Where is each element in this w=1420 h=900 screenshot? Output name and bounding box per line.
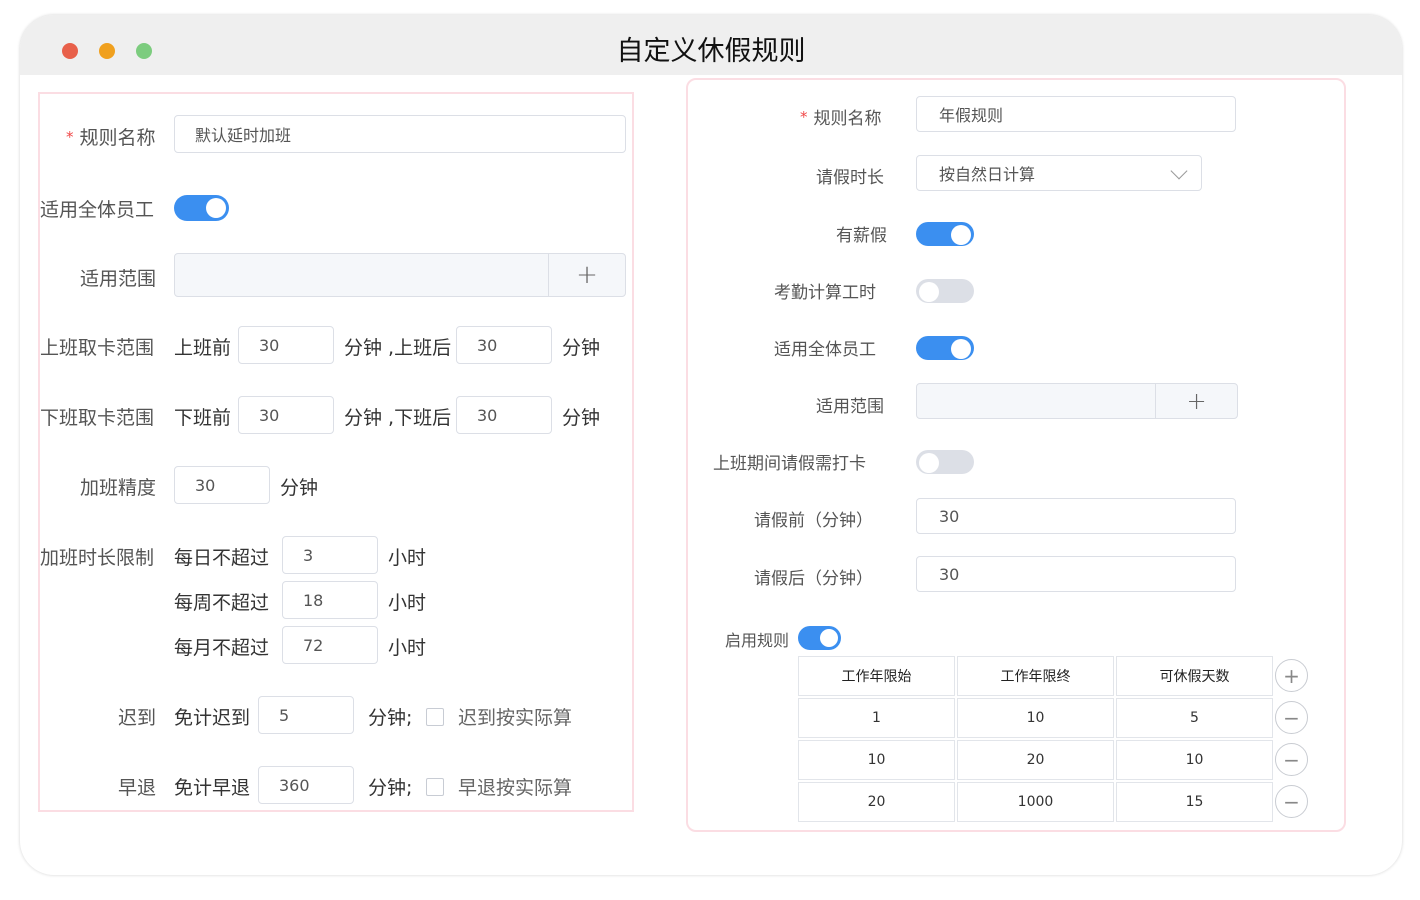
rule-name-input[interactable]: 默认延时加班 — [174, 115, 626, 153]
late-label: 迟到 — [118, 707, 157, 729]
late-actual-checkbox[interactable] — [426, 708, 444, 726]
remove-row-button[interactable]: − — [1275, 701, 1308, 734]
early-actual-label: 早退按实际算 — [458, 777, 573, 799]
scope-label: 适用范围 — [816, 397, 884, 417]
daily-limit-text: 每日不超过 — [174, 547, 270, 569]
table-cell[interactable]: 20 — [798, 782, 955, 822]
weekly-hour-unit: 小时 — [388, 592, 427, 614]
after-leave-input[interactable]: 30 — [916, 556, 1236, 592]
table-cell[interactable]: 10 — [798, 740, 955, 780]
table-cell[interactable]: 20 — [957, 740, 1114, 780]
checkin-range-label: 上班取卡范围 — [40, 337, 155, 359]
rule-name-input[interactable]: 年假规则 — [916, 96, 1236, 132]
apply-all-toggle[interactable] — [916, 336, 974, 360]
apply-all-toggle[interactable] — [174, 195, 229, 221]
table-header: 可休假天数 — [1116, 656, 1273, 696]
early-minute-unit: 分钟; — [368, 777, 413, 799]
enable-rule-label: 启用规则 — [725, 631, 790, 650]
enable-rule-toggle[interactable] — [798, 626, 841, 650]
early-actual-checkbox[interactable] — [426, 778, 444, 796]
leave-rule-panel: * 规则名称 年假规则 请假时长 按自然日计算 有薪假 考勤计算工时 适用全体员工… — [686, 78, 1346, 832]
scope-label: 适用范围 — [80, 268, 157, 290]
window-title: 自定义休假规则 — [616, 36, 806, 67]
clockin-required-toggle[interactable] — [916, 450, 974, 474]
weekly-limit-input[interactable]: 18 — [282, 581, 378, 619]
checkout-after-text: 分钟 ,下班后 — [344, 407, 452, 429]
late-free-input[interactable]: 5 — [258, 696, 354, 734]
checkout-before-input[interactable]: 30 — [238, 396, 334, 434]
duration-selected-value: 按自然日计算 — [939, 165, 1036, 184]
table-cell[interactable]: 10 — [1116, 740, 1273, 780]
late-free-text: 免计迟到 — [174, 707, 251, 729]
paid-leave-label: 有薪假 — [836, 226, 887, 246]
scope-add-button[interactable]: + — [548, 254, 625, 296]
rule-name-label: * 规则名称 — [800, 108, 882, 129]
ot-precision-input[interactable]: 30 — [174, 466, 270, 504]
ot-precision-unit: 分钟 — [280, 477, 319, 499]
chevron-down-icon — [1170, 162, 1188, 180]
ot-precision-label: 加班精度 — [80, 477, 157, 499]
remove-row-button[interactable]: − — [1275, 743, 1308, 776]
rule-name-label: * 规则名称 — [66, 127, 156, 149]
table-cell[interactable]: 1 — [798, 698, 955, 738]
attendance-hours-toggle[interactable] — [916, 279, 974, 303]
required-mark: * — [800, 108, 808, 126]
late-minute-unit: 分钟; — [368, 707, 413, 729]
duration-select[interactable]: 按自然日计算 — [916, 155, 1202, 191]
scope-selector[interactable]: + — [174, 253, 626, 297]
before-leave-input[interactable]: 30 — [916, 498, 1236, 534]
duration-label: 请假时长 — [816, 168, 884, 188]
attendance-hours-label: 考勤计算工时 — [774, 283, 876, 303]
daily-hour-unit: 小时 — [388, 547, 427, 569]
daily-limit-input[interactable]: 3 — [282, 536, 378, 574]
table-header: 工作年限始 — [798, 656, 955, 696]
checkin-after-text: 分钟 ,上班后 — [344, 337, 452, 359]
scope-selector[interactable]: + — [916, 383, 1238, 419]
ot-limit-label: 加班时长限制 — [40, 547, 155, 569]
checkout-range-label: 下班取卡范围 — [40, 407, 155, 429]
table-cell[interactable]: 5 — [1116, 698, 1273, 738]
scope-add-button[interactable]: + — [1155, 384, 1237, 418]
overtime-rule-panel: * 规则名称 默认延时加班 适用全体员工 适用范围 + 上班取卡范围 上班前 30… — [38, 92, 634, 812]
apply-all-label: 适用全体员工 — [774, 340, 876, 360]
early-free-text: 免计早退 — [174, 777, 251, 799]
after-leave-label: 请假后（分钟） — [754, 569, 873, 589]
checkout-after-input[interactable]: 30 — [456, 396, 552, 434]
required-mark: * — [66, 128, 74, 146]
checkout-minute-unit: 分钟 — [562, 407, 601, 429]
checkin-before-text: 上班前 — [174, 337, 232, 359]
clockin-required-label: 上班期间请假需打卡 — [713, 454, 866, 474]
table-cell[interactable]: 1000 — [957, 782, 1114, 822]
table-cell[interactable]: 10 — [957, 698, 1114, 738]
app-window: 自定义休假规则 * 规则名称 默认延时加班 适用全体员工 适用范围 + 上班取卡范… — [20, 15, 1402, 875]
apply-all-label: 适用全体员工 — [40, 199, 155, 221]
weekly-limit-text: 每周不超过 — [174, 592, 270, 614]
checkin-minute-unit: 分钟 — [562, 337, 601, 359]
late-actual-label: 迟到按实际算 — [458, 707, 573, 729]
add-row-button[interactable]: + — [1275, 659, 1308, 692]
paid-leave-toggle[interactable] — [916, 222, 974, 246]
monthly-limit-input[interactable]: 72 — [282, 626, 378, 664]
table-header: 工作年限终 — [957, 656, 1114, 696]
checkin-after-input[interactable]: 30 — [456, 326, 552, 364]
remove-row-button[interactable]: − — [1275, 785, 1308, 818]
title-bar: 自定义休假规则 — [20, 15, 1402, 75]
before-leave-label: 请假前（分钟） — [754, 511, 873, 531]
checkin-before-input[interactable]: 30 — [238, 326, 334, 364]
early-leave-label: 早退 — [118, 777, 157, 799]
table-cell[interactable]: 15 — [1116, 782, 1273, 822]
checkout-before-text: 下班前 — [174, 407, 232, 429]
monthly-limit-text: 每月不超过 — [174, 637, 270, 659]
early-free-input[interactable]: 360 — [258, 766, 354, 804]
monthly-hour-unit: 小时 — [388, 637, 427, 659]
